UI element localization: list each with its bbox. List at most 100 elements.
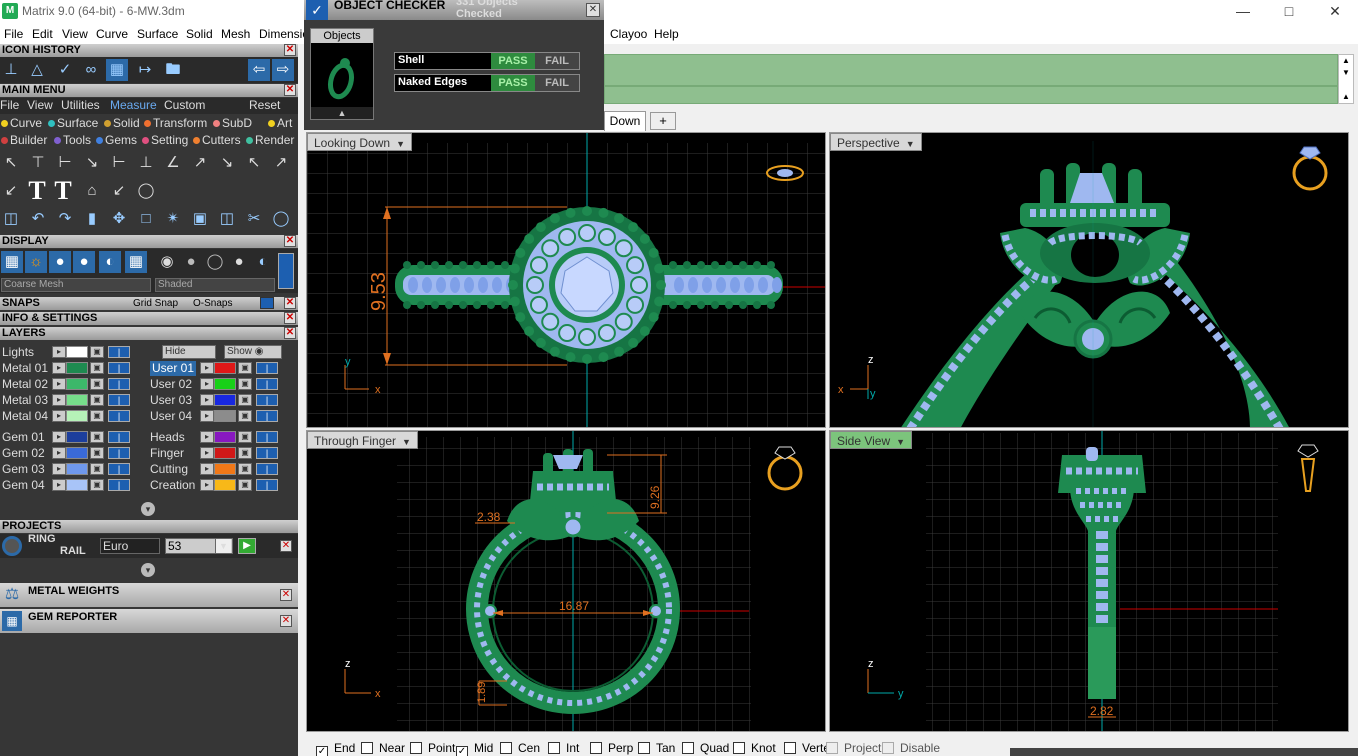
layer-arrow-icon[interactable]: ▸ bbox=[52, 362, 66, 374]
curve-offset-icon[interactable]: ↷ bbox=[54, 208, 76, 230]
checkbox[interactable] bbox=[410, 742, 422, 754]
menu-surface[interactable]: Surface bbox=[137, 27, 178, 41]
angle-dim-icon[interactable]: ∠ bbox=[162, 152, 184, 174]
layer-arrow-icon[interactable]: ▸ bbox=[52, 447, 66, 459]
close-icon[interactable]: ✕ bbox=[284, 44, 296, 56]
expand-layers-icon[interactable]: ▾ bbox=[141, 502, 155, 516]
snap-mid[interactable]: ✓ Mid bbox=[456, 741, 493, 756]
checkbox[interactable] bbox=[682, 742, 694, 754]
lock-icon[interactable]: ▣ bbox=[238, 431, 252, 443]
layer-name[interactable]: Metal 02 bbox=[2, 377, 48, 392]
layer-name[interactable]: Gem 01 bbox=[2, 430, 45, 445]
command-scrollbar[interactable]: ▲ ▼ ▲ bbox=[1338, 54, 1354, 104]
display-slider[interactable] bbox=[278, 253, 294, 289]
viewport-label-side-view[interactable]: Side View ▼ bbox=[830, 431, 913, 449]
lights-arrow[interactable]: ▸ bbox=[52, 346, 66, 358]
close-icon[interactable]: ✕ bbox=[280, 615, 292, 627]
layer-row[interactable]: User 04 ▸ ▣ | bbox=[148, 409, 294, 424]
category-transform[interactable]: Transform bbox=[144, 116, 207, 130]
layer-visibility-toggle[interactable]: | bbox=[108, 431, 130, 443]
layer-color-swatch[interactable] bbox=[66, 394, 88, 406]
checkbox[interactable]: ✓ bbox=[316, 746, 328, 756]
layer-row[interactable]: Creation ▸ ▣ | bbox=[148, 478, 294, 493]
mirror-icon[interactable]: ▮ bbox=[81, 208, 103, 230]
layer-arrow-icon[interactable]: ▸ bbox=[200, 463, 214, 475]
close-icon[interactable]: ✕ bbox=[284, 235, 296, 247]
category-solid[interactable]: Solid bbox=[104, 116, 140, 130]
move-objects-icon[interactable]: ◫ bbox=[0, 208, 22, 230]
snap-tan[interactable]: Tan bbox=[638, 741, 675, 755]
minimize-button[interactable]: — bbox=[1220, 0, 1266, 22]
ordinate-dim-icon[interactable]: ↖ bbox=[243, 152, 265, 174]
lock-icon[interactable]: ▣ bbox=[90, 410, 104, 422]
aligned-dim-icon[interactable]: ⊤ bbox=[27, 152, 49, 174]
circle-icon[interactable]: ◯ bbox=[270, 208, 292, 230]
ring-rail-icon[interactable] bbox=[2, 536, 22, 556]
layer-name[interactable]: Metal 03 bbox=[2, 393, 48, 408]
layer-name[interactable]: User 04 bbox=[150, 409, 192, 424]
vertical-dim-icon[interactable]: ⊥ bbox=[135, 152, 157, 174]
history-forward-icon[interactable]: ⇨ bbox=[272, 59, 294, 81]
trim-icon[interactable]: ✂ bbox=[243, 208, 265, 230]
lock-icon[interactable]: ▣ bbox=[90, 378, 104, 390]
leader-line-icon[interactable]: ↙ bbox=[0, 180, 22, 202]
layer-arrow-icon[interactable]: ▸ bbox=[200, 362, 214, 374]
layer-arrow-icon[interactable]: ▸ bbox=[52, 410, 66, 422]
layer-color-swatch[interactable] bbox=[214, 378, 236, 390]
layer-color-swatch[interactable] bbox=[214, 479, 236, 491]
layer-arrow-icon[interactable]: ▸ bbox=[200, 394, 214, 406]
close-icon[interactable]: ✕ bbox=[284, 297, 296, 309]
layer-visibility-toggle[interactable]: | bbox=[108, 463, 130, 475]
baseline-dim-icon[interactable]: ⊢ bbox=[108, 152, 130, 174]
play-icon[interactable]: ▶ bbox=[238, 538, 256, 554]
menu-solid[interactable]: Solid bbox=[186, 27, 213, 41]
show-button[interactable]: Show ◉ bbox=[224, 345, 282, 359]
layer-row[interactable]: User 01 ▸ ▣ | bbox=[148, 361, 294, 376]
snap-near[interactable]: Near bbox=[361, 741, 405, 755]
category-tools[interactable]: Tools bbox=[54, 133, 91, 147]
reset-button[interactable]: Reset bbox=[249, 98, 280, 112]
lock-icon[interactable]: ▣ bbox=[238, 378, 252, 390]
layer-row[interactable]: User 03 ▸ ▣ | bbox=[148, 393, 294, 408]
layer-color-swatch[interactable] bbox=[214, 362, 236, 374]
layer-arrow-icon[interactable]: ▸ bbox=[200, 431, 214, 443]
layer-visibility-toggle[interactable]: | bbox=[256, 447, 278, 459]
layer-color-swatch[interactable] bbox=[66, 447, 88, 459]
layer-name[interactable]: Finger bbox=[150, 446, 184, 461]
layer-visibility-toggle[interactable]: | bbox=[108, 479, 130, 491]
lock-icon[interactable]: ▣ bbox=[90, 447, 104, 459]
layer-visibility[interactable]: | bbox=[108, 346, 130, 358]
layer-visibility-toggle[interactable]: | bbox=[256, 431, 278, 443]
explode-icon[interactable]: ✴ bbox=[162, 208, 184, 230]
layer-arrow-icon[interactable]: ▸ bbox=[200, 447, 214, 459]
layer-arrow-icon[interactable]: ▸ bbox=[200, 378, 214, 390]
lock-icon[interactable]: ▣ bbox=[90, 463, 104, 475]
layer-row[interactable]: Metal 01 ▸ ▣ | bbox=[0, 361, 146, 376]
layer-arrow-icon[interactable]: ▸ bbox=[52, 394, 66, 406]
layer-visibility-toggle[interactable]: | bbox=[256, 378, 278, 390]
layer-visibility-toggle[interactable]: | bbox=[108, 394, 130, 406]
snap-point[interactable]: Point bbox=[410, 741, 455, 755]
size-system-field[interactable]: Euro bbox=[100, 538, 160, 554]
layer-color-swatch[interactable] bbox=[66, 362, 88, 374]
lock-icon[interactable]: ▣ bbox=[238, 447, 252, 459]
checkbox[interactable]: ✓ bbox=[456, 746, 468, 756]
tab-down[interactable]: Down bbox=[604, 111, 646, 131]
measure-icon[interactable]: ↦ bbox=[134, 59, 156, 81]
shade-mode-select[interactable]: Shaded bbox=[155, 278, 275, 292]
layer-name[interactable]: User 03 bbox=[150, 393, 192, 408]
layer-name[interactable]: Gem 04 bbox=[2, 478, 45, 493]
layer-row[interactable]: Gem 03 ▸ ▣ | bbox=[0, 462, 146, 477]
layer-row[interactable]: Metal 04 ▸ ▣ | bbox=[0, 409, 146, 424]
layer-color-swatch[interactable] bbox=[66, 410, 88, 422]
maximize-button[interactable]: □ bbox=[1266, 0, 1312, 22]
object-checker-icon[interactable]: ✓ bbox=[54, 59, 76, 81]
chevron-up-icon[interactable]: ▲ bbox=[311, 107, 373, 119]
layer-color-swatch[interactable] bbox=[66, 431, 88, 443]
leader-icon[interactable]: ↗ bbox=[270, 152, 292, 174]
rendered-sphere-icon[interactable]: ● bbox=[73, 251, 95, 273]
horizontal-dim-icon[interactable]: ⊢ bbox=[54, 152, 76, 174]
menu-clayoo[interactable]: Clayoo bbox=[610, 27, 647, 41]
category-gems[interactable]: Gems bbox=[96, 133, 137, 147]
osnaps-label[interactable]: O-Snaps bbox=[193, 297, 232, 310]
